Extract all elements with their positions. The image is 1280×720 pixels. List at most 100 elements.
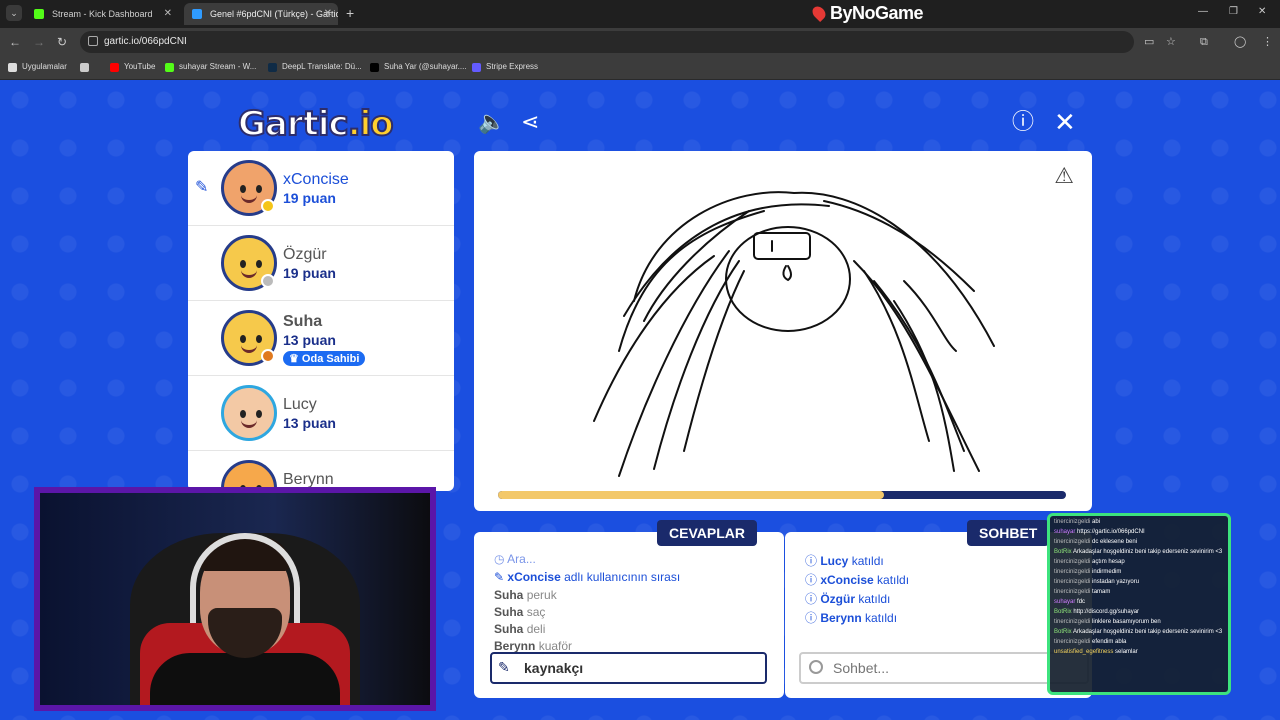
player-card[interactable]: Lucy 13 puan [188, 376, 454, 451]
turn-timer-fill [498, 491, 885, 499]
profile-icon[interactable]: ◯ [1234, 35, 1246, 49]
site-info-icon[interactable] [88, 36, 98, 46]
bookmark-deepl[interactable]: DeepL Translate: Dü... [268, 56, 362, 78]
stream-chat-message: BotRix Arkadaşlar hoşgeldiniz beni takip… [1054, 628, 1224, 636]
stream-chat-text: instadan yazıyoru [1090, 579, 1140, 585]
install-app-icon[interactable]: ▭ [1144, 35, 1154, 49]
stream-chat-text: indirmedim [1090, 569, 1122, 575]
chat-input[interactable] [799, 652, 1089, 684]
player-points: 19 puan [283, 190, 336, 206]
chat-bubble-icon [809, 660, 823, 674]
stream-chat-text: efendim abla [1090, 639, 1127, 645]
player-card[interactable]: ✎ xConcise 19 puan [188, 151, 454, 226]
close-tab-icon[interactable]: ✕ [164, 3, 172, 25]
stream-chat-username: tinercinizgeldi [1054, 579, 1091, 585]
browser-tab[interactable]: Stream - Kick Dashboard ✕ [26, 3, 178, 25]
stream-chat-message: unsatisfied_egefitness selamlar [1054, 648, 1224, 656]
room-owner-badge: ♛ Oda Sahibi [283, 351, 366, 366]
answer-turn-line: ✎ xConcise adlı kullanıcının sırası [494, 570, 681, 584]
player-list: ✎ xConcise 19 puan Özgür 19 puan Suha 13… [188, 151, 454, 491]
chat-line: ⓘ Özgür katıldı [805, 592, 891, 606]
stream-chat-message: tinercinizgeldi instadan yazıyoru [1054, 578, 1224, 586]
bookmark-tiktok[interactable]: Suha Yar (@suhayar.... [370, 56, 467, 78]
bookmarks-bar: Uygulamalar YouTube suhayar Stream - W..… [0, 56, 1280, 80]
bynogame-drop-icon [809, 3, 829, 23]
stream-chat-username: tinercinizgeldi [1054, 539, 1091, 545]
chat-line: ⓘ xConcise katıldı [805, 573, 910, 587]
drawing-pencil-icon: ✎ [195, 179, 209, 196]
minimize-button[interactable]: — [1198, 6, 1208, 17]
player-points: 13 puan [283, 332, 336, 348]
chat-line: ⓘ Lucy katıldı [805, 554, 884, 568]
stream-chat-username: unsatisfied_egefitness [1054, 649, 1114, 655]
browser-tab-bar: ⌄ Stream - Kick Dashboard ✕ Genel #6pdCN… [0, 0, 1280, 28]
answer-line: Suha saç [494, 605, 546, 619]
stream-chat-text: Arkadaşlar hoşgeldiniz beni takip ederse… [1071, 549, 1223, 555]
tab-title: Stream - Kick Dashboard [52, 9, 153, 19]
browser-toolbar: ← → ↻ gartic.io/066pdCNI ▭ ☆ ⧉ ◯ ⋮ [0, 28, 1280, 56]
answer-input[interactable] [490, 652, 767, 684]
close-room-icon[interactable]: ✕ [1054, 109, 1076, 135]
status-dot-icon [261, 274, 275, 288]
address-bar[interactable]: gartic.io/066pdCNI [80, 31, 1134, 53]
extensions-icon[interactable]: ⧉ [1200, 35, 1208, 49]
turn-timer-bar [498, 491, 1066, 499]
player-name: Suha [283, 313, 323, 330]
stream-chat-text: selamlar [1113, 649, 1138, 655]
stream-chat-username: tinercinizgeldi [1054, 619, 1091, 625]
back-button[interactable]: ← [9, 34, 21, 50]
new-tab-button[interactable]: + [346, 4, 354, 22]
stream-chat-overlay: tinercinizgeldi abi suhayar https://garti… [1047, 513, 1231, 695]
restore-button[interactable]: ❐ [1229, 6, 1238, 17]
url-text: gartic.io/066pdCNI [104, 36, 187, 47]
drawing-canvas[interactable]: ⚠ [474, 151, 1092, 511]
close-window-button[interactable]: ✕ [1258, 6, 1266, 17]
bookmark-star-icon[interactable]: ☆ [1166, 35, 1176, 49]
forward-button[interactable]: → [33, 34, 45, 50]
answers-panel: CEVAPLAR ◷ Ara... ✎ xConcise adlı kullan… [474, 520, 784, 698]
browser-tab-active[interactable]: Genel #6pdCNI (Türkçe) - Gartic ✕ [184, 3, 338, 25]
share-icon[interactable]: ⋖ [521, 110, 539, 134]
avatar [221, 385, 277, 441]
drawing-sketch [593, 191, 995, 477]
stream-chat-message: tinercinizgeldi açtım hesap [1054, 558, 1224, 566]
tab-answers[interactable]: CEVAPLAR [657, 520, 757, 546]
stream-chat-text: abi [1090, 519, 1101, 525]
apps-grid-icon [8, 63, 17, 72]
close-tab-icon[interactable]: ✕ [324, 3, 332, 25]
stream-chat-message: BotRix http://discord.gg/suhayar [1054, 608, 1224, 616]
stream-chat-username: BotRix [1054, 549, 1072, 555]
bookmark-kick[interactable]: suhayar Stream - W... [165, 56, 256, 78]
stream-chat-text: Arkadaşlar hoşgeldiniz beni takip ederse… [1071, 629, 1223, 635]
reload-button[interactable]: ↻ [57, 34, 67, 50]
tab-chat[interactable]: SOHBET [967, 520, 1050, 546]
player-card[interactable]: Berynn [188, 451, 454, 491]
kick-icon [165, 63, 174, 72]
gartic-logo: Gartic.io [237, 103, 395, 145]
stream-chat-username: tinercinizgeldi [1054, 569, 1091, 575]
menu-icon[interactable]: ⋮ [1262, 35, 1273, 49]
chat-panel: SOHBET ⓘ Lucy katıldı ⓘ xConcise katıldı… [785, 520, 1092, 698]
stream-chat-message: tinercinizgeldi linklere basamıyorum ben [1054, 618, 1224, 626]
stream-chat-text: fdc [1075, 599, 1086, 605]
bookmark-apps[interactable]: Uygulamalar [8, 56, 67, 78]
player-card[interactable]: Özgür 19 puan [188, 226, 454, 301]
stream-chat-text: https://gartic.io/066pdCNI [1075, 529, 1145, 535]
stream-chat-text: linklere basamıyorum ben [1090, 619, 1161, 625]
stream-chat-username: suhayar [1054, 599, 1076, 605]
report-warning-icon[interactable]: ⚠ [1054, 163, 1074, 189]
bookmark-youtube[interactable]: YouTube [110, 56, 155, 78]
stream-chat-message: tinercinizgeldi efendim abla [1054, 638, 1224, 646]
player-card[interactable]: Suha 13 puan ♛ Oda Sahibi [188, 301, 454, 376]
stream-chat-text: açtım hesap [1090, 559, 1125, 565]
stream-chat-text: dc eklesene beni [1090, 539, 1138, 545]
grid-icon [80, 63, 89, 72]
stream-chat-username: tinercinizgeldi [1054, 519, 1091, 525]
stripe-icon [472, 63, 481, 72]
sound-icon[interactable]: 🔈 [478, 110, 505, 134]
tab-search-button[interactable]: ⌄ [6, 5, 22, 21]
bookmark-stripe[interactable]: Stripe Express [472, 56, 538, 78]
stream-chat-message: suhayar https://gartic.io/066pdCNI [1054, 528, 1224, 536]
info-icon[interactable]: ⓘ [1012, 110, 1034, 134]
youtube-icon [110, 63, 119, 72]
